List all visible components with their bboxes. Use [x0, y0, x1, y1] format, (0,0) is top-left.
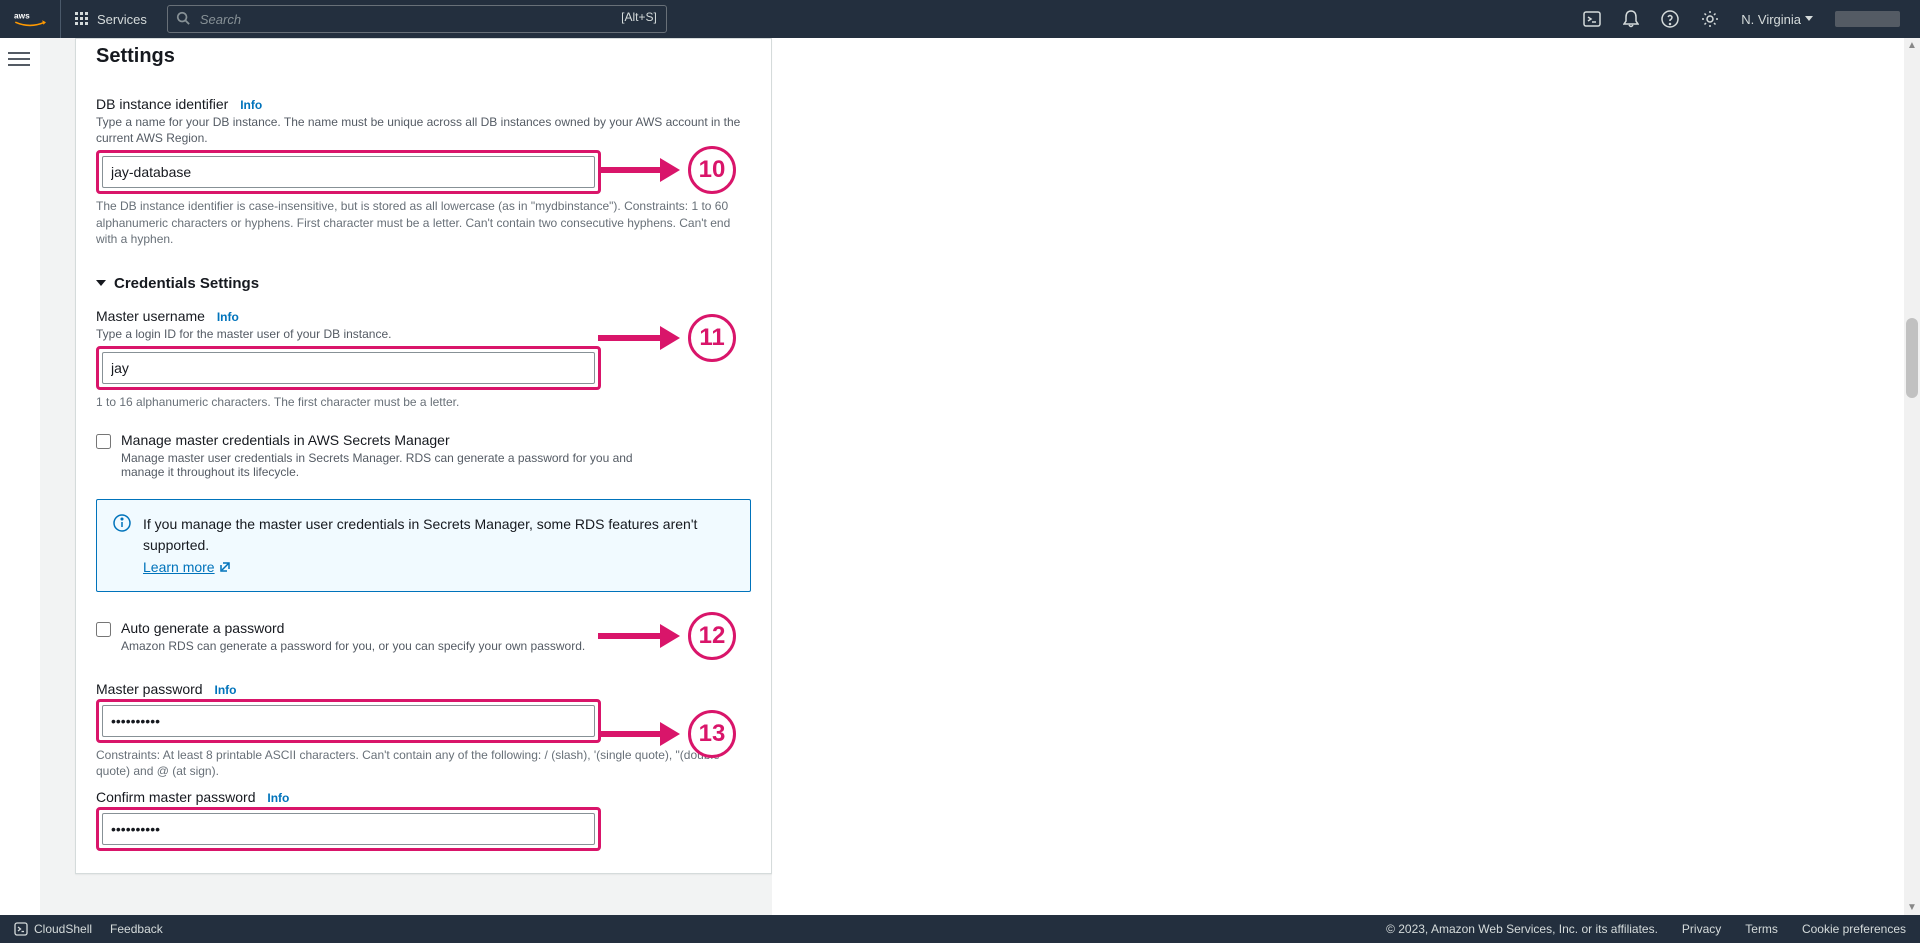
credentials-collapser[interactable]: Credentials Settings — [96, 275, 751, 292]
account-menu[interactable] — [1835, 11, 1900, 27]
page-title: Settings — [76, 39, 771, 96]
annotation-13: 13 — [598, 710, 736, 758]
bottom-bar: CloudShell Feedback © 2023, Amazon Web S… — [0, 915, 1920, 943]
master-pw-input[interactable] — [102, 705, 595, 737]
aws-logo[interactable]: aws — [0, 0, 61, 38]
secrets-callout: If you manage the master user credential… — [96, 499, 751, 592]
region-selector[interactable]: N. Virginia — [1741, 12, 1813, 27]
db-id-highlight — [96, 150, 601, 194]
master-user-label: Master username — [96, 308, 205, 324]
services-label: Services — [97, 12, 147, 27]
confirm-pw-label: Confirm master password — [96, 789, 256, 805]
db-id-label: DB instance identifier — [96, 96, 228, 112]
main-area: Settings DB instance identifier Info Typ… — [40, 38, 1920, 915]
auto-generate-label: Auto generate a password — [121, 620, 585, 636]
copyright: © 2023, Amazon Web Services, Inc. or its… — [1386, 922, 1658, 936]
secrets-manager-label: Manage master credentials in AWS Secrets… — [121, 432, 661, 448]
master-pw-info-link[interactable]: Info — [214, 683, 236, 697]
confirm-pw-input[interactable] — [102, 813, 595, 845]
info-icon — [113, 514, 131, 577]
secrets-manager-checkbox[interactable] — [96, 434, 111, 449]
global-search: [Alt+S] — [167, 5, 667, 33]
gear-icon[interactable] — [1701, 10, 1719, 28]
secrets-manager-help: Manage master user credentials in Secret… — [121, 451, 661, 479]
privacy-link[interactable]: Privacy — [1682, 922, 1721, 936]
confirm-pw-info-link[interactable]: Info — [267, 791, 289, 805]
scroll-thumb[interactable] — [1906, 318, 1918, 398]
services-menu[interactable]: Services — [61, 12, 161, 27]
chevron-down-icon — [96, 278, 106, 288]
cookies-link[interactable]: Cookie preferences — [1802, 922, 1906, 936]
search-shortcut: [Alt+S] — [621, 10, 657, 24]
search-icon — [176, 11, 190, 28]
terms-link[interactable]: Terms — [1745, 922, 1778, 936]
master-user-input[interactable] — [102, 352, 595, 384]
master-pw-highlight — [96, 699, 601, 743]
annotation-11: 11 — [598, 314, 736, 362]
auto-generate-help: Amazon RDS can generate a password for y… — [121, 639, 585, 653]
svg-text:aws: aws — [14, 10, 30, 20]
callout-learn-more-link[interactable]: Learn more — [143, 559, 231, 575]
master-user-info-link[interactable]: Info — [217, 310, 239, 324]
cloudshell-icon[interactable] — [1583, 10, 1601, 28]
annotation-12: 12 — [598, 612, 736, 660]
bell-icon[interactable] — [1623, 10, 1639, 28]
master-user-constraints: 1 to 16 alphanumeric characters. The fir… — [96, 394, 751, 410]
search-input[interactable] — [167, 5, 667, 33]
callout-msg: If you manage the master user credential… — [143, 514, 734, 555]
help-icon[interactable] — [1661, 10, 1679, 28]
confirm-pw-highlight — [96, 807, 601, 851]
vertical-scroll[interactable]: ▲ ▼ — [1904, 38, 1920, 915]
auto-generate-checkbox[interactable] — [96, 622, 111, 637]
top-nav: aws Services [Alt+S] N. Virginia — [0, 0, 1920, 38]
db-id-constraints: The DB instance identifier is case-insen… — [96, 198, 751, 247]
sidebar-toggle[interactable] — [8, 48, 30, 66]
db-id-input[interactable] — [102, 156, 595, 188]
master-user-highlight — [96, 346, 601, 390]
db-id-help: Type a name for your DB instance. The na… — [96, 114, 751, 146]
feedback-link[interactable]: Feedback — [110, 922, 163, 936]
right-empty-area — [772, 38, 1920, 915]
db-id-info-link[interactable]: Info — [240, 98, 262, 112]
master-pw-label: Master password — [96, 681, 203, 697]
cloudshell-link[interactable]: CloudShell — [14, 922, 92, 936]
annotation-10: 10 — [598, 146, 736, 194]
external-link-icon — [219, 561, 231, 573]
